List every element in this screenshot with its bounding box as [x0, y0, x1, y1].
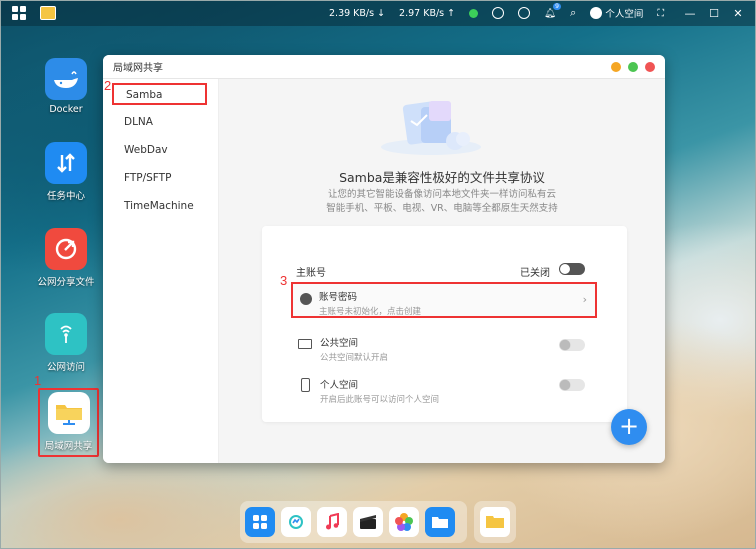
- sync-icon[interactable]: [518, 7, 531, 19]
- public-space-toggle[interactable]: [559, 339, 585, 351]
- download-arrow-icon: ↓: [377, 7, 386, 19]
- dock-app-center-icon[interactable]: [245, 507, 275, 537]
- public-space-desc: 公共空间默认开启: [320, 353, 389, 363]
- personal-space-desc: 开启后此账号可以访问个人空间: [320, 395, 440, 405]
- desktop-icon-docker[interactable]: Docker: [35, 58, 97, 115]
- dock-file-manager-icon[interactable]: [425, 507, 455, 537]
- samba-description-line-2: 智能手机、平板、电视、VR、电脑等全都原生天然支持: [326, 203, 558, 214]
- upload-speed: 2.97 KB/s ↑: [399, 7, 456, 19]
- maximize-icon[interactable]: ☐: [702, 7, 726, 20]
- account-password-desc: 主账号未初始化，点击创建: [319, 307, 422, 317]
- samba-heading: Samba是兼容性极好的文件共享协议: [339, 170, 545, 185]
- main-account-status: 已关闭: [520, 268, 550, 279]
- task-center-icon: [45, 142, 87, 184]
- samba-illustration-icon: [381, 101, 481, 155]
- upload-arrow-icon: ↑: [447, 7, 456, 19]
- sidebar-item-dlna[interactable]: DLNA: [103, 108, 218, 136]
- sidebar-item-webdav[interactable]: WebDav: [103, 136, 218, 164]
- protocol-sidebar: Samba DLNA WebDav FTP/SFTP TimeMachine: [103, 79, 219, 463]
- main-account-label: 主账号: [296, 268, 326, 279]
- speed-limit-icon[interactable]: [492, 7, 505, 19]
- window-titlebar[interactable]: 局域网共享: [103, 55, 665, 79]
- dock-lan-share-icon[interactable]: [480, 507, 510, 537]
- annotation-number-2: 2: [104, 78, 112, 93]
- remote-access-icon: [45, 313, 87, 355]
- samba-panel: Samba是兼容性极好的文件共享协议 让您的其它智能设备像访问本地文件夹一样访问…: [219, 79, 665, 463]
- minimize-icon[interactable]: —: [678, 7, 702, 20]
- dock-photos-icon[interactable]: [389, 507, 419, 537]
- samba-description-line-1: 让您的其它智能设备像访问本地文件夹一样访问私有云: [327, 189, 556, 200]
- account-password-title: 账号密码: [319, 292, 358, 303]
- dock-video-icon[interactable]: [353, 507, 383, 537]
- close-light-icon[interactable]: [645, 62, 655, 72]
- search-icon[interactable]: ⌕: [570, 6, 576, 20]
- notification-badge: 9: [553, 2, 561, 10]
- maximize-light-icon[interactable]: [628, 62, 638, 72]
- fullscreen-icon[interactable]: ⛶: [657, 8, 664, 19]
- share-icon: [45, 228, 87, 270]
- sidebar-item-ftp-sftp[interactable]: FTP/SFTP: [103, 164, 218, 192]
- account-password-row[interactable]: 账号密码 主账号未初始化，点击创建 ›: [291, 282, 597, 318]
- monitor-icon: [298, 339, 312, 349]
- chevron-right-icon: ›: [582, 293, 587, 306]
- sidebar-item-samba[interactable]: Samba: [112, 83, 207, 105]
- desktop-icon-lan-share[interactable]: 局域网共享: [38, 388, 99, 457]
- dock-running-apps: [474, 501, 516, 543]
- status-dot-icon[interactable]: [469, 8, 479, 18]
- lan-share-window: 局域网共享 Samba DLNA WebDav FTP/SFTP TimeMac…: [103, 55, 665, 463]
- shield-gear-icon: [300, 293, 312, 305]
- docker-whale-icon: [45, 58, 87, 100]
- account-settings-card: 主账号 已关闭 3 账号密码 主账号未初始化，点击创建 › 公共空间 公共空间默…: [262, 226, 627, 422]
- public-space-title: 公共空间: [320, 338, 359, 349]
- app-launcher-icon[interactable]: [12, 6, 26, 20]
- annotation-number-1: 1: [34, 373, 42, 388]
- notification-button[interactable]: 🔔︎ 9: [544, 2, 561, 19]
- add-button[interactable]: +: [611, 409, 647, 445]
- desktop-icon-share-files[interactable]: 公网分享文件: [35, 228, 97, 288]
- dock-music-icon[interactable]: [317, 507, 347, 537]
- lan-share-folder-icon: [47, 392, 90, 434]
- window-title: 局域网共享: [113, 63, 163, 74]
- desktop-icon-remote-access[interactable]: 公网访问: [35, 313, 97, 373]
- dock-photo-recognize-icon[interactable]: [281, 507, 311, 537]
- personal-space-title: 个人空间: [320, 380, 359, 391]
- annotation-number-3: 3: [280, 273, 288, 288]
- sidebar-item-timemachine[interactable]: TimeMachine: [103, 192, 218, 220]
- top-bar: 2.39 KB/s ↓ 2.97 KB/s ↑ 🔔︎ 9 ⌕ 个人空间 ⛶ — …: [0, 0, 756, 26]
- dock: [240, 501, 467, 543]
- close-icon[interactable]: ✕: [726, 7, 750, 20]
- avatar-icon: [590, 7, 603, 19]
- main-account-toggle[interactable]: [559, 263, 585, 275]
- minimize-light-icon[interactable]: [611, 62, 621, 72]
- desktop-icon-task-center[interactable]: 任务中心: [35, 142, 97, 202]
- phone-icon: [301, 378, 310, 392]
- download-speed: 2.39 KB/s ↓: [329, 7, 386, 19]
- lan-share-taskbar-icon[interactable]: [40, 6, 56, 20]
- personal-space-toggle[interactable]: [559, 379, 585, 391]
- user-menu[interactable]: 个人空间: [590, 6, 643, 20]
